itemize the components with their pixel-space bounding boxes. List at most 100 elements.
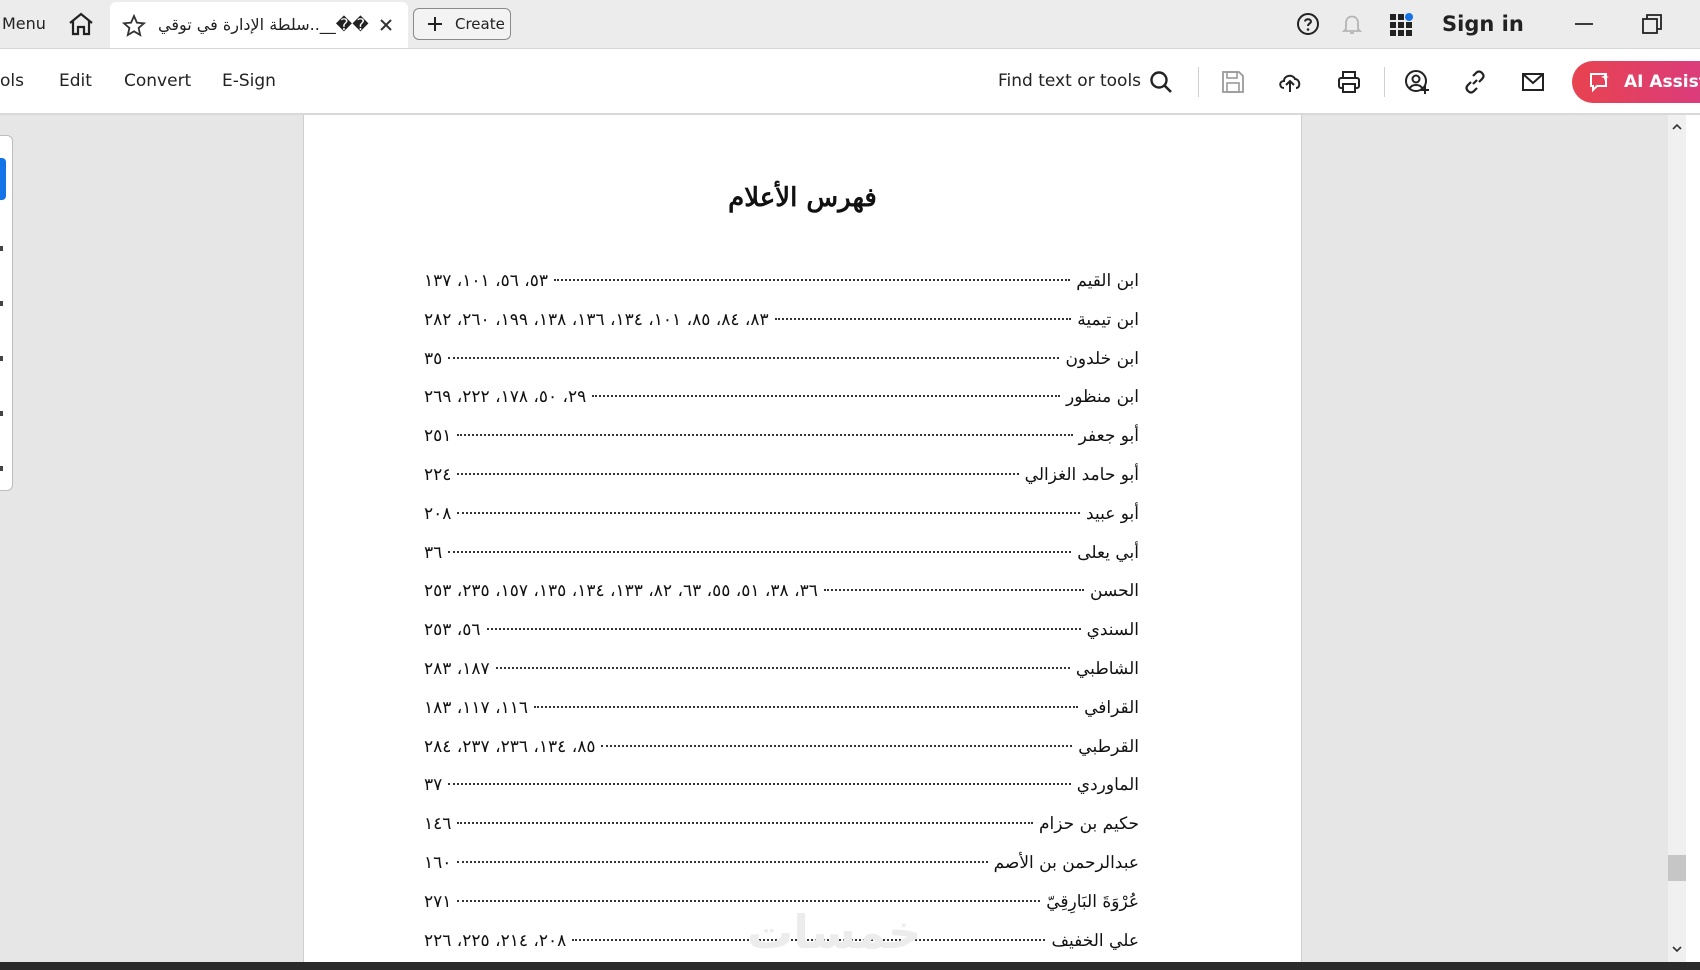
index-entry: عبدالرحمن بن الأصم ١٦٠ [424,853,1139,892]
panel-tick [0,411,3,416]
search-icon[interactable] [1148,69,1174,95]
entry-pages: ٥٦، ٢٥٣ [424,620,481,641]
page-title: فهرس الأعلام [728,183,877,213]
create-label: Create [455,15,505,33]
link-icon[interactable] [1462,69,1488,95]
dot-leader [457,899,1041,902]
share-person-icon[interactable] [1404,69,1430,95]
entry-name: ابن خلدون [1065,348,1139,369]
dot-leader [457,860,988,863]
entry-name: الشاطبي [1075,658,1139,679]
entry-pages: ٥٣، ٥٦، ١٠١، ١٣٧ [424,271,549,291]
dot-leader [457,822,1034,825]
bell-icon[interactable] [1340,12,1364,36]
toolbar-divider [1384,67,1385,97]
toolbar-esign[interactable]: E-Sign [222,49,276,113]
title-bar: Menu سلطة الإدارة في توقي..__�� Create S… [0,0,1700,49]
index-entry: القرطبي ٨٥، ١٣٤، ٢٣٦، ٢٣٧، ٢٨٤ [424,737,1139,776]
entry-name: السندي [1086,620,1139,641]
index-entry: القرافي ١١٦، ١١٧، ١٨٣ [424,698,1139,737]
dot-leader [457,434,1073,437]
entry-pages: ١٤٦ [424,814,452,835]
index-entry: ابن تيمية ٨٣، ٨٤، ٨٥، ١٠١، ١٣٤، ١٣٦، ١٣٨،… [424,310,1139,349]
apps-grid-icon[interactable] [1388,12,1414,38]
document-tab[interactable]: سلطة الإدارة في توقي..__�� [110,2,408,48]
entry-pages: ١٨٧، ٢٨٣ [424,658,490,679]
ai-assistant-icon [1590,73,1609,93]
entry-name: الماوردي [1076,775,1139,796]
close-icon[interactable] [376,15,396,35]
dot-leader [601,744,1073,747]
entry-pages: ١١٦، ١١٧، ١٨٣ [424,697,528,718]
main-toolbar: ols Edit Convert E-Sign Find text or too… [0,49,1700,115]
entry-pages: ٣٥ [424,348,443,369]
dot-leader [486,628,1081,631]
cloud-upload-icon[interactable] [1277,69,1303,95]
tab-title: سلطة الإدارة في توقي..__�� [158,15,369,34]
entry-name: عبدالرحمن بن الأصم [993,852,1139,873]
entry-name: عُرْوَةَ البَارِقِيّ [1046,891,1139,912]
index-entry: السندي ٥٦، ٢٥٣ [424,620,1139,659]
dot-leader [457,511,1081,514]
entry-name: ابن تيمية [1077,309,1139,330]
entry-pages: ٨٥، ١٣٤، ٢٣٦، ٢٣٧، ٢٨٤ [424,736,596,757]
entry-pages: ٢٧١ [424,891,452,912]
toolbar-convert[interactable]: Convert [124,49,191,113]
index-entry: أبو جعفر ٢٥١ [424,426,1139,465]
index-entry: أبو عبيد ٢٠٨ [424,504,1139,543]
index-entry: ابن منظور ٢٩، ٥٠، ١٧٨، ٢٢٢، ٢٦٩ [424,387,1139,426]
vertical-scrollbar[interactable] [1668,115,1686,962]
entry-name: علي الخفيف [1051,930,1139,951]
entry-name: الحسن [1090,581,1139,602]
panel-tick [0,466,3,471]
pdf-page: فهرس الأعلام ابن القيم ٥٣، ٥٦، ١٠١، ١٣٧ اب… [303,115,1302,962]
selected-thumbnail-indicator [0,158,6,200]
menu-button[interactable]: Menu [0,0,46,48]
star-icon[interactable] [122,14,146,38]
email-icon[interactable] [1520,69,1546,95]
index-entry: الحسن ٣٦، ٣٨، ٥١، ٥٥، ٦٣، ٨٢، ١٣٣، ١٣٤، ١… [424,581,1139,620]
scroll-up-icon[interactable] [1671,121,1683,133]
page-thumbnails-panel[interactable] [0,135,13,491]
index-entry: الماوردي ٣٧ [424,775,1139,814]
minimize-icon[interactable] [1572,12,1596,36]
dot-leader [554,279,1071,281]
entry-pages: ٢٩، ٥٠، ١٧٨، ٢٢٢، ٢٦٩ [424,387,587,408]
toolbar-all-tools[interactable]: ols [0,49,24,113]
ai-assistant-button[interactable]: AI Assista [1572,61,1700,103]
home-icon[interactable] [66,11,96,37]
entry-pages: ٣٦ [424,542,443,563]
help-icon[interactable] [1296,12,1320,36]
entry-name: أبو جعفر [1078,426,1139,447]
entry-pages: ٢٠٨، ٢١٤، ٢٢٥، ٢٢٦ [424,930,567,951]
document-viewport[interactable]: فهرس الأعلام ابن القيم ٥٣، ٥٦، ١٠١، ١٣٧ اب… [0,115,1668,962]
create-button[interactable]: Create [413,8,511,40]
panel-tick [0,301,3,306]
entry-pages: ٢٠٨ [424,503,452,524]
index-entry: حكيم بن حزام ١٤٦ [424,814,1139,853]
save-icon[interactable] [1220,69,1246,95]
entry-pages: ٣٦، ٣٨، ٥١، ٥٥، ٦٣، ٨٢، ١٣٣، ١٣٤، ١٣٥، ١… [424,581,818,602]
find-text-or-tools[interactable]: Find text or tools [998,49,1141,113]
dot-leader [823,589,1085,592]
index-entry: الشاطبي ١٨٧، ٢٨٣ [424,659,1139,698]
scrollbar-thumb[interactable] [1668,855,1686,881]
dot-leader [457,472,1019,475]
print-icon[interactable] [1336,69,1362,95]
index-entry: ابن القيم ٥٣، ٥٦، ١٠١، ١٣٧ [424,271,1139,310]
restore-window-icon[interactable] [1640,12,1664,36]
toolbar-edit[interactable]: Edit [59,49,92,113]
sign-in-button[interactable]: Sign in [1442,0,1524,48]
index-entry: ابن خلدون ٣٥ [424,349,1139,388]
panel-tick [0,356,3,361]
scroll-down-icon[interactable] [1671,943,1683,955]
entry-name: ابن القيم [1076,271,1139,291]
entry-name: ابن منظور [1066,387,1139,408]
dot-leader [774,317,1072,320]
dot-leader [448,550,1072,553]
ai-assistant-label: AI Assista [1624,72,1700,92]
entry-pages: ٢٥١ [424,426,452,447]
dot-leader [495,666,1070,669]
entry-name: القرطبي [1078,736,1139,757]
entry-name: القرافي [1084,697,1139,718]
